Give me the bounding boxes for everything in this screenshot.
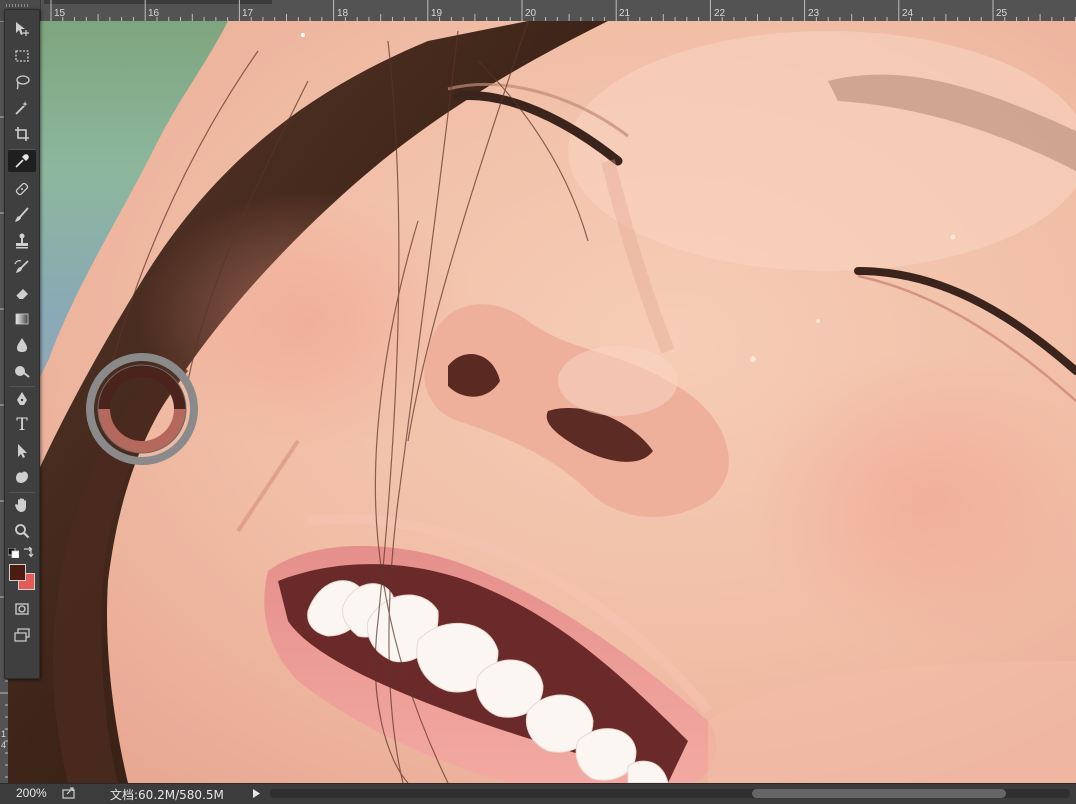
ruler-label: 20 <box>525 8 537 19</box>
blur-tool[interactable] <box>8 334 36 356</box>
dodge-icon <box>15 366 30 378</box>
move-tool[interactable] <box>8 18 36 40</box>
quick-mask-icon <box>15 603 29 615</box>
foreground-color-swatch[interactable] <box>9 564 26 581</box>
lasso-icon <box>16 75 30 90</box>
status-bar: 200% 文档:60.2M/580.5M <box>0 783 1076 804</box>
tools-panel: T <box>4 9 40 679</box>
ruler-label: 24 <box>902 8 914 19</box>
ruler-label: 1 <box>1 729 7 739</box>
share-icon[interactable] <box>62 787 76 799</box>
ruler-label: 25 <box>996 8 1008 19</box>
document-canvas[interactable] <box>8 21 1076 783</box>
ruler-label: 19 <box>431 8 443 19</box>
crop-icon <box>15 127 29 141</box>
horizontal-ruler[interactable]: 15 16 17 18 19 20 21 22 23 24 25 <box>0 0 1076 22</box>
eyedropper-sample-ring-icon <box>86 353 198 465</box>
ruler-label: 16 <box>148 8 160 19</box>
eyedropper-tool[interactable] <box>8 150 36 172</box>
lasso-tool[interactable] <box>8 71 36 93</box>
quick-mask-button[interactable] <box>8 598 36 620</box>
brush-icon <box>15 207 29 222</box>
default-colors-icon[interactable] <box>8 548 19 558</box>
ruler-label: 15 <box>54 8 66 19</box>
stamp-icon <box>16 233 28 249</box>
custom-shape-tool[interactable] <box>8 466 36 488</box>
horizontal-scrollbar-thumb[interactable] <box>752 789 1006 798</box>
magic-wand-icon <box>15 101 28 115</box>
bandage-icon <box>15 182 29 196</box>
magic-wand-tool[interactable] <box>8 97 36 119</box>
gradient-icon <box>15 313 29 325</box>
path-select-icon <box>18 444 27 458</box>
ruler-label: 18 <box>337 8 349 19</box>
blur-drop-icon <box>17 338 27 352</box>
healing-brush-tool[interactable] <box>8 178 36 200</box>
type-icon: T <box>16 415 28 435</box>
marquee-icon <box>15 50 29 62</box>
screen-mode-button[interactable] <box>8 624 36 646</box>
hand-icon <box>15 498 26 512</box>
pen-tool[interactable] <box>8 388 36 410</box>
history-brush-tool[interactable] <box>8 256 36 278</box>
ruler-label: 22 <box>714 8 726 19</box>
horizontal-ruler-ticks <box>50 0 1076 21</box>
zoom-level[interactable]: 200% <box>16 786 47 800</box>
ruler-label: 4 <box>1 740 7 750</box>
shape-icon <box>16 471 28 483</box>
zoom-icon <box>15 524 30 539</box>
eraser-icon <box>15 289 28 300</box>
ruler-label: 21 <box>619 8 631 19</box>
gradient-tool[interactable] <box>8 308 36 330</box>
panel-grip[interactable] <box>6 4 30 7</box>
move-icon <box>16 22 29 36</box>
clone-stamp-tool[interactable] <box>8 230 36 252</box>
screen-mode-icon <box>14 628 30 642</box>
status-menu-arrow-icon[interactable] <box>253 789 260 798</box>
history-brush-icon <box>14 260 29 273</box>
zoom-tool[interactable] <box>8 520 36 542</box>
hand-tool[interactable] <box>8 494 36 516</box>
brush-tool[interactable] <box>8 204 36 226</box>
pen-icon <box>17 392 27 405</box>
ruler-label: 23 <box>808 8 820 19</box>
path-selection-tool[interactable] <box>8 440 36 462</box>
crop-tool[interactable] <box>8 123 36 145</box>
type-tool[interactable]: T <box>8 414 36 436</box>
dodge-tool[interactable] <box>8 360 36 382</box>
eyedropper-icon <box>15 154 29 168</box>
document-size-info: 文档:60.2M/580.5M <box>110 788 224 802</box>
eraser-tool[interactable] <box>8 282 36 304</box>
swap-colors-icon[interactable] <box>22 546 34 558</box>
marquee-tool[interactable] <box>8 45 36 67</box>
ruler-label: 17 <box>242 8 254 19</box>
